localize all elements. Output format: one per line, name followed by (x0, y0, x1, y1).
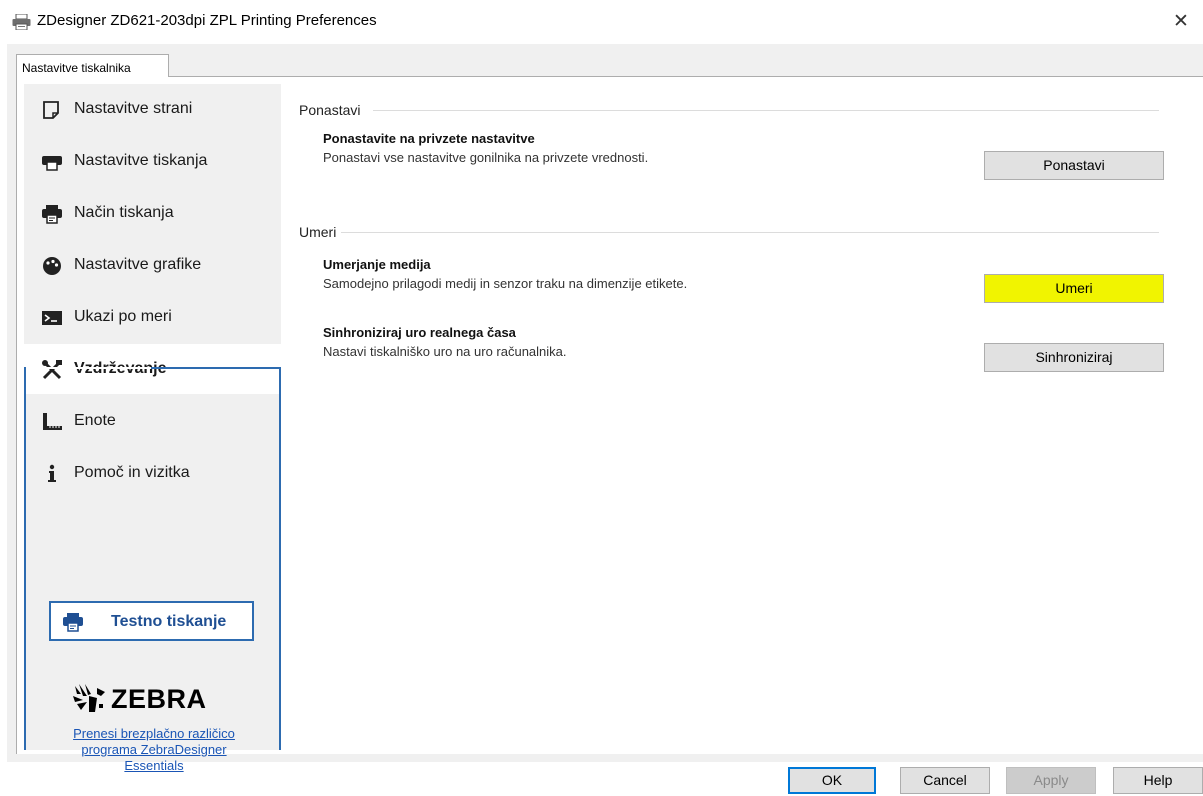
media-calibration-title: Umerjanje medija (323, 257, 431, 272)
section-divider (373, 110, 1159, 111)
zebra-head-icon (73, 684, 105, 712)
sidebar-item-page-settings[interactable]: Nastavitve strani (24, 84, 281, 136)
sidebar-item-print-mode[interactable]: Način tiskanja (24, 188, 281, 240)
sidebar-item-label: Pomoč in vizitka (74, 464, 190, 481)
window-title: ZDesigner ZD621-203dpi ZPL Printing Pref… (37, 12, 377, 29)
sidebar: Nastavitve strani Nastavitve tiskanja Na… (24, 84, 281, 773)
tools-icon (42, 360, 62, 380)
print-mode-icon (63, 613, 83, 632)
cancel-button[interactable]: Cancel (900, 767, 990, 794)
terminal-icon (42, 311, 62, 325)
test-print-button[interactable]: Testno tiskanje (49, 601, 254, 641)
sidebar-item-label: Nastavitve grafike (74, 256, 202, 273)
help-button[interactable]: Help (1113, 767, 1203, 794)
maintenance-panel: Ponastavi Ponastavite na privzete nastav… (281, 84, 1181, 750)
section-heading-calibrate: Umeri (299, 224, 337, 240)
sidebar-item-help-about[interactable]: Pomoč in vizitka (24, 448, 281, 500)
sidebar-item-custom-commands[interactable]: Ukazi po meri (24, 292, 281, 344)
clock-sync-description: Nastavi tiskalniško uro na uro računalni… (323, 344, 567, 359)
sync-clock-button[interactable]: Sinhroniziraj (984, 343, 1164, 372)
apply-button[interactable]: Apply (1006, 767, 1096, 794)
ok-button[interactable]: OK (788, 767, 876, 794)
sidebar-item-graphics-settings[interactable]: Nastavitve grafike (24, 240, 281, 292)
print-mode-icon (42, 205, 62, 224)
sidebar-item-label: Način tiskanja (74, 204, 174, 221)
section-heading-reset: Ponastavi (299, 102, 361, 118)
ruler-icon (43, 413, 62, 430)
section-divider (341, 232, 1159, 233)
sidebar-item-label: Enote (74, 412, 116, 429)
graphics-icon (43, 257, 61, 275)
sidebar-item-units[interactable]: Enote (24, 396, 281, 448)
brand-name: ZEBRA (111, 684, 207, 714)
zebra-logo: ZEBRA (71, 682, 236, 716)
reset-defaults-description: Ponastavi vse nastavitve gonilnika na pr… (323, 150, 649, 165)
tab-page: Nastavitve strani Nastavitve tiskanja Na… (16, 76, 1203, 773)
test-print-label: Testno tiskanje (111, 613, 227, 630)
download-link-line: programa ZebraDesigner (81, 742, 227, 757)
media-calibration-description: Samodejno prilagodi medij in senzor trak… (323, 276, 688, 291)
title-bar: ZDesigner ZD621-203dpi ZPL Printing Pref… (0, 0, 1203, 44)
sidebar-item-label: Ukazi po meri (74, 308, 172, 325)
reset-defaults-title: Ponastavite na privzete nastavitve (323, 131, 535, 146)
sidebar-item-label: Vzdrževanje (74, 360, 167, 377)
sidebar-item-label: Nastavitve strani (74, 100, 193, 117)
dialog-body: Nastavitve tiskalnika Nastavitve strani … (7, 44, 1203, 773)
close-icon[interactable]: ✕ (1167, 9, 1195, 35)
download-essentials-link[interactable]: Prenesi brezplačno različico programa Ze… (44, 726, 264, 774)
sidebar-item-maintenance[interactable]: Vzdrževanje (24, 344, 281, 394)
clock-sync-title: Sinhroniziraj uro realnega časa (323, 325, 516, 340)
download-link-line: Prenesi brezplačno različico (73, 726, 235, 741)
download-link-line: Essentials (124, 758, 184, 773)
page-icon (43, 101, 59, 119)
printer-icon (12, 14, 31, 30)
sidebar-item-label: Nastavitve tiskanja (74, 152, 208, 169)
info-icon (48, 464, 56, 482)
reset-button[interactable]: Ponastavi (984, 151, 1164, 180)
printer-icon (42, 156, 62, 171)
calibrate-button[interactable]: Umeri (984, 274, 1164, 303)
sidebar-item-print-settings[interactable]: Nastavitve tiskanja (24, 136, 281, 188)
tab-printer-settings[interactable]: Nastavitve tiskalnika (16, 54, 169, 77)
